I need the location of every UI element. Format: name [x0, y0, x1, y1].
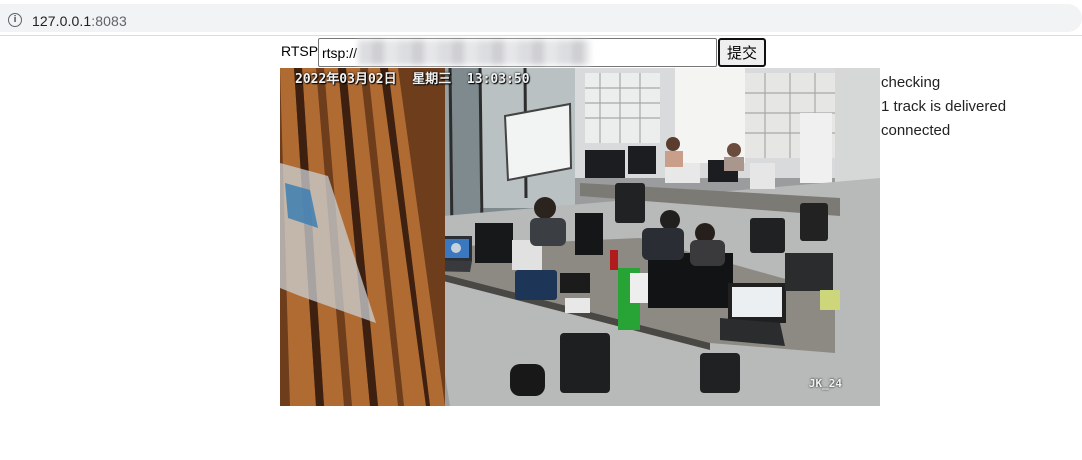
video-stream[interactable]: 2022年03月02日 星期三 13:03:50 JK_24	[280, 68, 880, 406]
submit-button[interactable]: 提交	[718, 38, 766, 67]
status-line: 1 track is delivered	[881, 98, 1007, 115]
status-line: connected	[881, 122, 951, 139]
omnibox[interactable]: i 127.0.0.1:8083	[0, 4, 1082, 32]
status-log: checking 1 track is delivered connected	[881, 71, 1006, 143]
rtsp-label: RTSP:	[281, 43, 322, 59]
url-port: :8083	[91, 13, 127, 29]
status-line: checking	[881, 74, 941, 91]
osd-camera-name: JK_24	[808, 377, 842, 390]
redacted-url-mask	[358, 40, 590, 65]
info-icon[interactable]: i	[8, 13, 22, 27]
url-host: 127.0.0.1	[32, 13, 92, 29]
browser-address-bar: i 127.0.0.1:8083	[0, 0, 1082, 36]
office-scene-image	[280, 68, 880, 406]
url-text[interactable]: 127.0.0.1:8083	[32, 13, 127, 29]
osd-datetime: 2022年03月02日 星期三 13:03:50	[295, 72, 530, 87]
